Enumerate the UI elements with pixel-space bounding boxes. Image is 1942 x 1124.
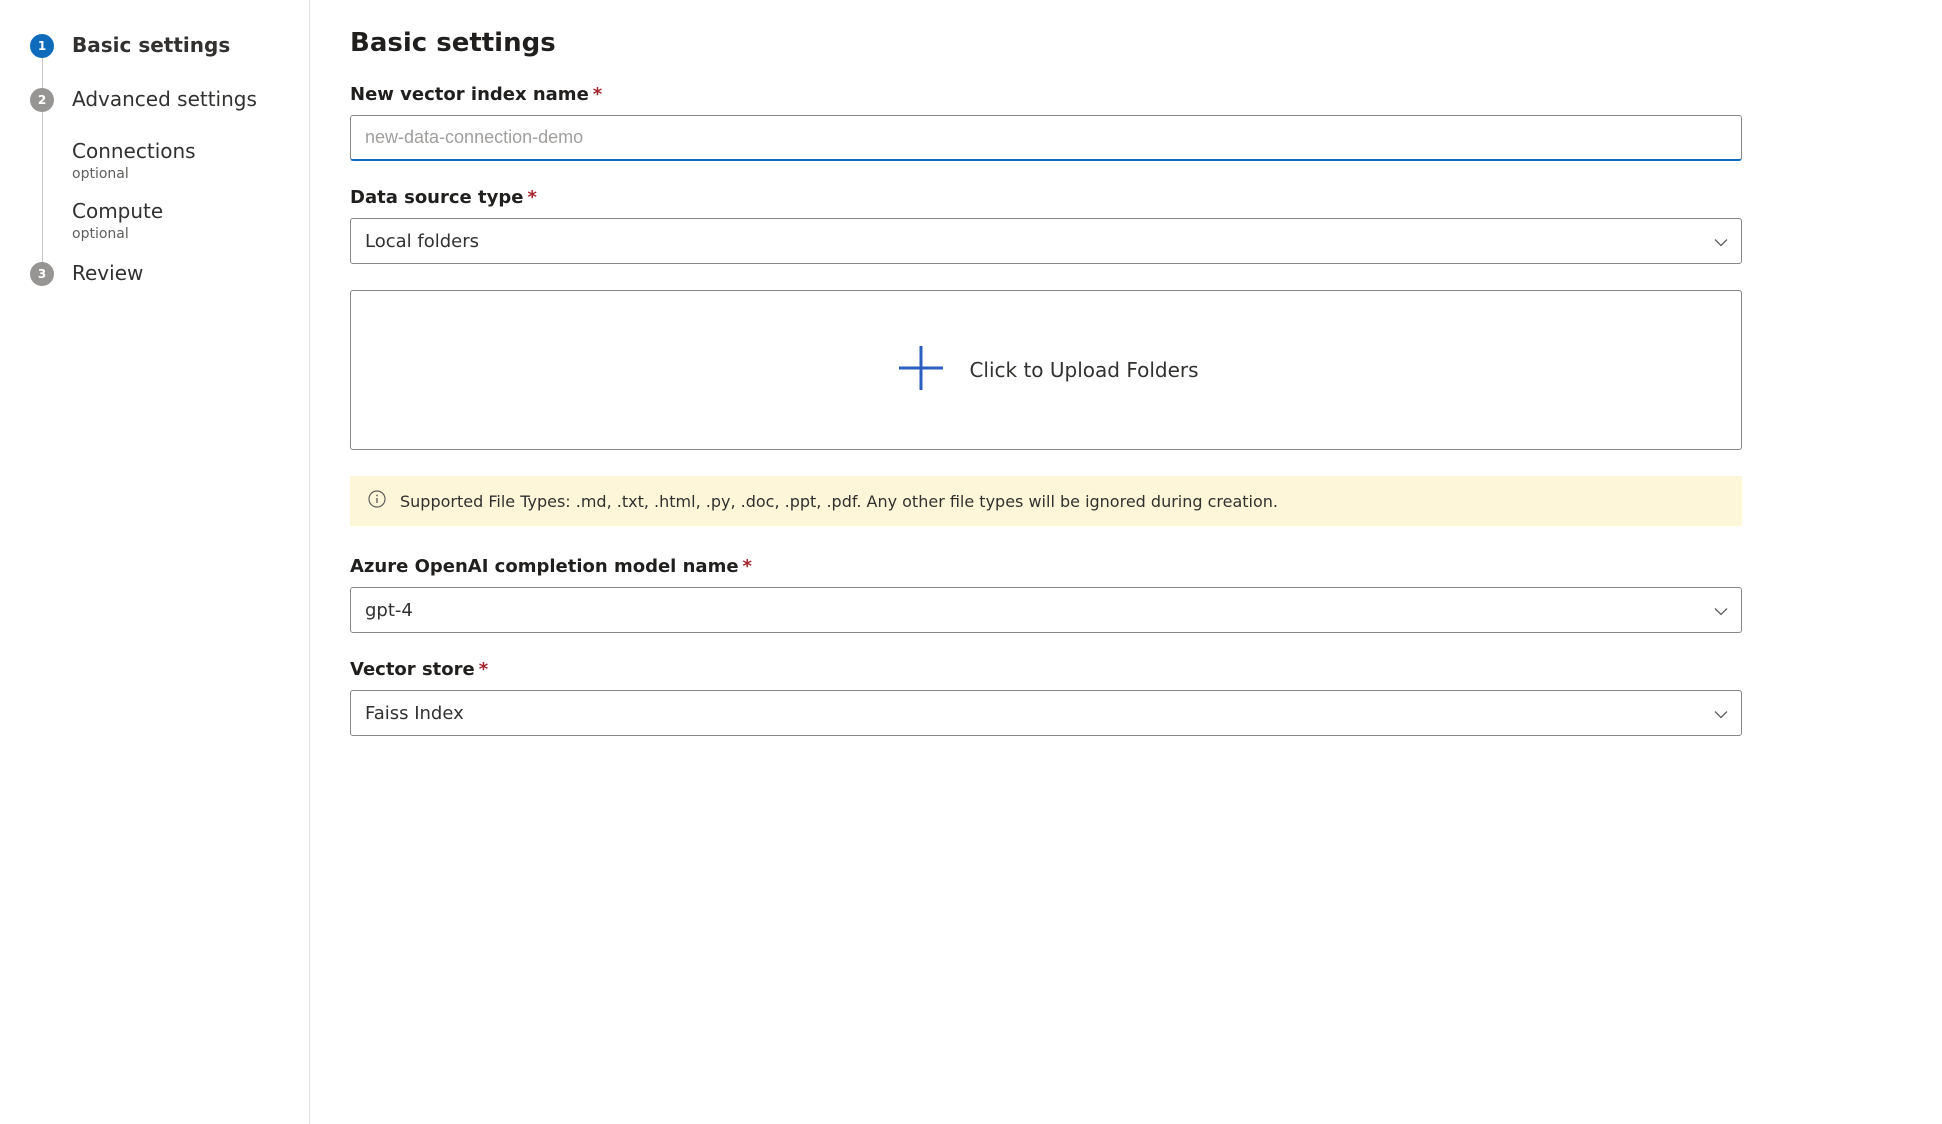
info-bar: Supported File Types: .md, .txt, .html, … bbox=[350, 476, 1742, 526]
step-label: Review bbox=[72, 260, 143, 286]
required-asterisk: * bbox=[527, 187, 536, 208]
sidebar-step-basic[interactable]: 1 Basic settings bbox=[30, 24, 289, 78]
step-badge: 1 bbox=[30, 34, 54, 58]
info-text: Supported File Types: .md, .txt, .html, … bbox=[400, 492, 1278, 511]
upload-label: Click to Upload Folders bbox=[969, 358, 1198, 382]
field-label: Data source type* bbox=[350, 187, 1742, 208]
completion-model-select[interactable]: gpt-4 bbox=[350, 587, 1742, 633]
field-label: Vector store* bbox=[350, 659, 1742, 680]
step-list: 1 Basic settings 2 Advanced settings Con… bbox=[30, 24, 289, 286]
info-icon bbox=[368, 490, 386, 512]
field-completion-model: Azure OpenAI completion model name* gpt-… bbox=[350, 556, 1742, 633]
page-title: Basic settings bbox=[350, 28, 1742, 58]
sidebar-step-advanced[interactable]: 2 Advanced settings bbox=[30, 78, 289, 132]
sidebar-substep-connections[interactable]: Connections optional bbox=[72, 132, 289, 192]
data-source-type-select[interactable]: Local folders bbox=[350, 218, 1742, 264]
step-label: Advanced settings bbox=[72, 86, 257, 112]
step-badge: 2 bbox=[30, 88, 54, 112]
vector-store-select[interactable]: Faiss Index bbox=[350, 690, 1742, 736]
plus-icon bbox=[893, 340, 949, 400]
sidebar-substep-compute[interactable]: Compute optional bbox=[72, 192, 289, 252]
upload-folders-zone[interactable]: Click to Upload Folders bbox=[350, 290, 1742, 450]
sidebar-step-review[interactable]: 3 Review bbox=[30, 252, 289, 286]
main-content: Basic settings New vector index name* Da… bbox=[310, 0, 1790, 1124]
wizard-sidebar: 1 Basic settings 2 Advanced settings Con… bbox=[0, 0, 310, 1124]
field-vector-store: Vector store* Faiss Index bbox=[350, 659, 1742, 736]
required-asterisk: * bbox=[743, 556, 752, 577]
substep-label: Connections bbox=[72, 138, 289, 164]
step-badge: 3 bbox=[30, 262, 54, 286]
field-label: Azure OpenAI completion model name* bbox=[350, 556, 1742, 577]
field-label: New vector index name* bbox=[350, 84, 1742, 105]
required-asterisk: * bbox=[479, 659, 488, 680]
vector-index-name-input[interactable] bbox=[350, 115, 1742, 161]
field-vector-index-name: New vector index name* bbox=[350, 84, 1742, 161]
step-label: Basic settings bbox=[72, 32, 230, 58]
substep-tag: optional bbox=[72, 226, 289, 242]
field-data-source-type: Data source type* Local folders bbox=[350, 187, 1742, 264]
substep-tag: optional bbox=[72, 166, 289, 182]
substep-label: Compute bbox=[72, 198, 289, 224]
required-asterisk: * bbox=[593, 84, 602, 105]
